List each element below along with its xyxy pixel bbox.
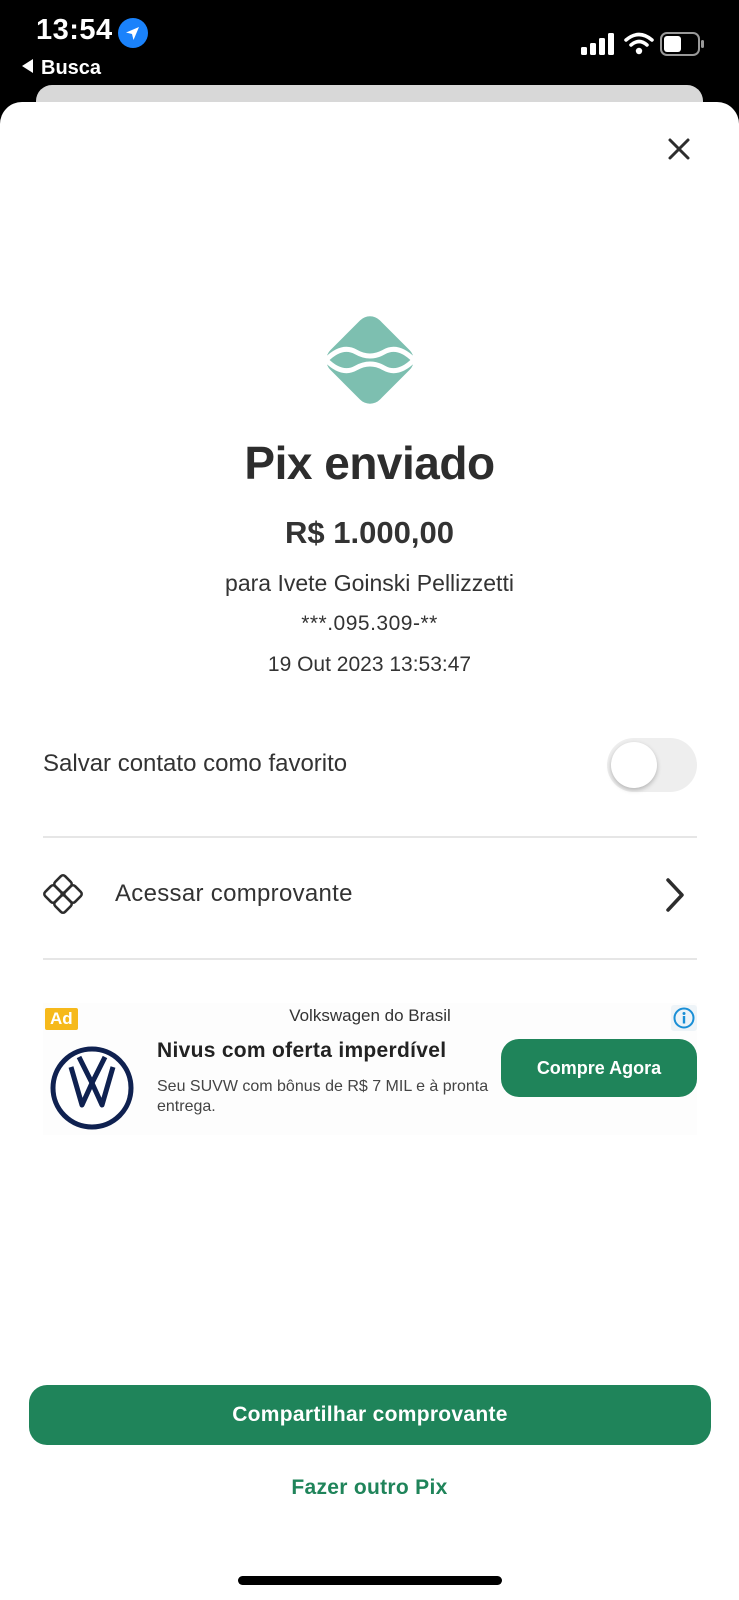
info-icon[interactable] xyxy=(671,1005,697,1031)
share-receipt-button[interactable]: Compartilhar comprovante xyxy=(29,1385,711,1445)
save-favorite-label: Salvar contato como favorito xyxy=(43,750,348,777)
ad-headline: Nivus com oferta imperdível xyxy=(157,1039,447,1062)
page-title: Pix enviado xyxy=(244,437,495,489)
back-to-search-link[interactable]: Busca xyxy=(22,57,101,80)
pix-outline-icon xyxy=(43,874,83,914)
ad-body: Seu SUVW com bônus de R$ 7 MIL e à pront… xyxy=(157,1078,489,1115)
save-favorite-row: Salvar contato como favorito xyxy=(43,734,697,794)
location-arrow-icon xyxy=(118,18,148,48)
save-favorite-toggle[interactable] xyxy=(607,738,697,792)
pix-logo-icon xyxy=(314,304,426,416)
home-indicator[interactable] xyxy=(238,1576,502,1585)
battery-icon xyxy=(660,32,706,61)
chevron-right-icon xyxy=(663,876,687,914)
ad-advertiser: Volkswagen do Brasil xyxy=(289,1006,451,1025)
toggle-knob xyxy=(611,742,657,788)
transfer-datetime: 19 Out 2023 13:53:47 xyxy=(267,653,472,676)
signal-bars-icon xyxy=(581,33,617,60)
ad-cta-button[interactable]: Compre Agora xyxy=(501,1039,697,1097)
access-receipt-row[interactable]: Acessar comprovante xyxy=(43,858,697,928)
close-icon[interactable] xyxy=(664,134,694,164)
access-receipt-label: Acessar comprovante xyxy=(115,880,353,907)
recipient-document: ***.095.309-** xyxy=(301,612,438,635)
divider xyxy=(43,836,697,838)
advertisement-card[interactable]: Ad Volkswagen do Brasil Nivus com oferta… xyxy=(43,1003,697,1135)
back-triangle-icon xyxy=(22,59,33,73)
transfer-amount: R$ 1.000,00 xyxy=(285,515,454,550)
status-time: 13:54 xyxy=(36,14,113,46)
back-label: Busca xyxy=(41,57,102,79)
divider xyxy=(43,958,697,960)
recipient-name: para Ivete Goinski Pellizzetti xyxy=(225,570,514,596)
make-another-pix-button[interactable]: Fazer outro Pix xyxy=(0,1476,739,1500)
volkswagen-logo-icon xyxy=(49,1045,135,1131)
wifi-icon xyxy=(624,31,654,60)
